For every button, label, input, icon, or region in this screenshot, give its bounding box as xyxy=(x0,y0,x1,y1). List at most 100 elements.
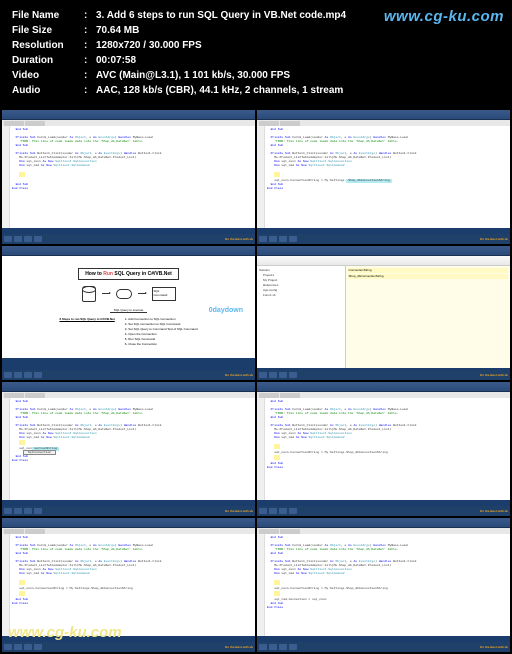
value-audio: AAC, 128 kb/s (CBR), 44.1 kHz, 2 channel… xyxy=(96,83,500,98)
query-label: SQL Query to execute xyxy=(110,308,148,313)
arrow-icon xyxy=(138,293,146,294)
sep: : xyxy=(84,8,96,23)
slogan: Do the Best with vb xyxy=(225,237,253,241)
line-gutter xyxy=(2,534,10,636)
sep: : xyxy=(84,83,96,98)
code-area: End Sub Private Sub Form1_Load(sender As… xyxy=(2,398,255,500)
code-content: End Sub Private Sub Form1_Load(sender As… xyxy=(265,126,510,228)
taskbar: Do the Best with vb xyxy=(257,506,510,516)
sep: : xyxy=(84,53,96,68)
taskbar: Do the Best with vb xyxy=(2,506,255,516)
ide-titlebar xyxy=(257,382,510,392)
taskbar: Do the Best with vb xyxy=(257,370,510,380)
highlight-icon xyxy=(19,440,25,445)
sqlcommand-box: SQL Command xyxy=(152,287,176,301)
ide-titlebar xyxy=(2,382,255,392)
line-gutter xyxy=(257,126,265,228)
line-gutter xyxy=(2,398,10,500)
row-duration: Duration : 00:07:58 xyxy=(12,53,500,68)
line-gutter xyxy=(257,534,265,636)
slogan: Do the Best with vb xyxy=(480,237,508,241)
slogan: Do the Best with vb xyxy=(480,373,508,377)
slogan: Do the Best with vb xyxy=(225,509,253,513)
slogan: Do the Best with vb xyxy=(480,645,508,649)
tree-item: Form1.vb xyxy=(259,293,343,298)
highlight-icon xyxy=(19,580,25,585)
highlight-icon xyxy=(19,172,25,177)
taskbar: Do the Best with vb xyxy=(257,234,510,244)
code-content: End Sub Private Sub Form1_Load(sender As… xyxy=(10,126,255,228)
watermark-cgku-bottom: www.cg-ku.com xyxy=(8,624,122,641)
slogan: Do the Best with vb xyxy=(225,373,253,377)
connection-box xyxy=(116,289,132,299)
sep: : xyxy=(84,68,96,83)
ide-titlebar xyxy=(2,246,255,256)
watermark-0daydown: 0daydown xyxy=(209,307,243,314)
sep: : xyxy=(84,38,96,53)
highlight-icon xyxy=(19,591,25,596)
highlight-icon xyxy=(274,455,280,460)
row-video: Video : AVC (Main@L3.1), 1 101 kb/s, 30.… xyxy=(12,68,500,83)
label-filename: File Name xyxy=(12,8,84,23)
code-area: End Sub Private Sub Form1_Load(sender As… xyxy=(2,534,255,636)
taskbar: Do the Best with vb xyxy=(257,642,510,652)
thumbnail-6: End Sub Private Sub Form1_Load(sender As… xyxy=(257,382,510,516)
label-audio: Audio xyxy=(12,83,84,98)
code-area: End Sub Private Sub Form1_Load(sender As… xyxy=(2,126,255,228)
label-video: Video xyxy=(12,68,84,83)
label-filesize: File Size xyxy=(12,23,84,38)
line-gutter xyxy=(257,398,265,500)
taskbar: Do the Best with vb xyxy=(2,234,255,244)
code-area: End Sub Private Sub Form1_Load(sender As… xyxy=(257,126,510,228)
ide-titlebar xyxy=(257,110,510,120)
settings-grid: ConnectionString Shop_dbConnectionString xyxy=(346,266,510,368)
thumbnail-5: End Sub Private Sub Form1_Load(sender As… xyxy=(2,382,255,516)
code-area: End Sub Private Sub Form1_Load(sender As… xyxy=(257,534,510,636)
media-info-header: File Name : 3. Add 6 steps to run SQL Qu… xyxy=(0,0,512,110)
steps-left: 6 Steps to run SQL Query in C#/VB.Net xyxy=(59,317,114,347)
database-icon xyxy=(82,286,96,302)
diagram-flow: SQL Command xyxy=(82,286,176,302)
arrow-icon xyxy=(102,293,110,294)
taskbar: Do the Best with vb xyxy=(2,642,255,652)
explorer-area: Solution Project1 My Project References … xyxy=(257,266,510,368)
setting-row: Shop_dbConnectionString xyxy=(348,274,508,279)
row-audio: Audio : AAC, 128 kb/s (CBR), 44.1 kHz, 2… xyxy=(12,83,500,98)
value-duration: 00:07:58 xyxy=(96,53,500,68)
ide-titlebar xyxy=(2,110,255,120)
diagram-area: How to Run SQL Query in C#/VB.Net SQL Co… xyxy=(2,256,255,358)
ide-titlebar xyxy=(257,246,510,256)
highlight-icon xyxy=(274,444,280,449)
thumbnail-8: End Sub Private Sub Form1_Load(sender As… xyxy=(257,518,510,652)
setting-row: ConnectionString xyxy=(348,268,508,273)
slogan: Do the Best with vb xyxy=(480,509,508,513)
highlight-icon xyxy=(274,172,280,177)
highlight-icon xyxy=(274,580,280,585)
line-gutter xyxy=(2,126,10,228)
thumbnail-grid: End Sub Private Sub Form1_Load(sender As… xyxy=(0,110,512,654)
watermark-cgku-top: www.cg-ku.com xyxy=(384,6,504,29)
taskbar: Do the Best with vb xyxy=(2,370,255,380)
code-area: End Sub Private Sub Form1_Load(sender As… xyxy=(257,398,510,500)
slogan: Do the Best with vb xyxy=(225,645,253,649)
row-resolution: Resolution : 1280x720 / 30.000 FPS xyxy=(12,38,500,53)
sep: : xyxy=(84,23,96,38)
diagram-title: How to Run SQL Query in C#/VB.Net xyxy=(78,268,179,280)
steps-right: 1- Add Connection to SQL Connection 2- S… xyxy=(125,317,198,347)
ide-titlebar xyxy=(257,518,510,528)
code-content: End Sub Private Sub Form1_Load(sender As… xyxy=(265,398,510,500)
value-video: AVC (Main@L3.1), 1 101 kb/s, 30.000 FPS xyxy=(96,68,500,83)
thumbnail-1: End Sub Private Sub Form1_Load(sender As… xyxy=(2,110,255,244)
thumbnail-2: End Sub Private Sub Form1_Load(sender As… xyxy=(257,110,510,244)
label-resolution: Resolution xyxy=(12,38,84,53)
run-highlight: Run xyxy=(103,271,113,277)
solution-explorer: Solution Project1 My Project References … xyxy=(257,266,346,368)
label-duration: Duration xyxy=(12,53,84,68)
toolbar xyxy=(257,256,510,266)
highlight-icon xyxy=(274,591,280,596)
ide-titlebar xyxy=(2,518,255,528)
code-content: End Sub Private Sub Form1_Load(sender As… xyxy=(265,534,510,636)
code-content: End Sub Private Sub Form1_Load(sender As… xyxy=(10,398,255,500)
thumbnail-4: Solution Project1 My Project References … xyxy=(257,246,510,380)
code-content: End Sub Private Sub Form1_Load(sender As… xyxy=(10,534,255,636)
